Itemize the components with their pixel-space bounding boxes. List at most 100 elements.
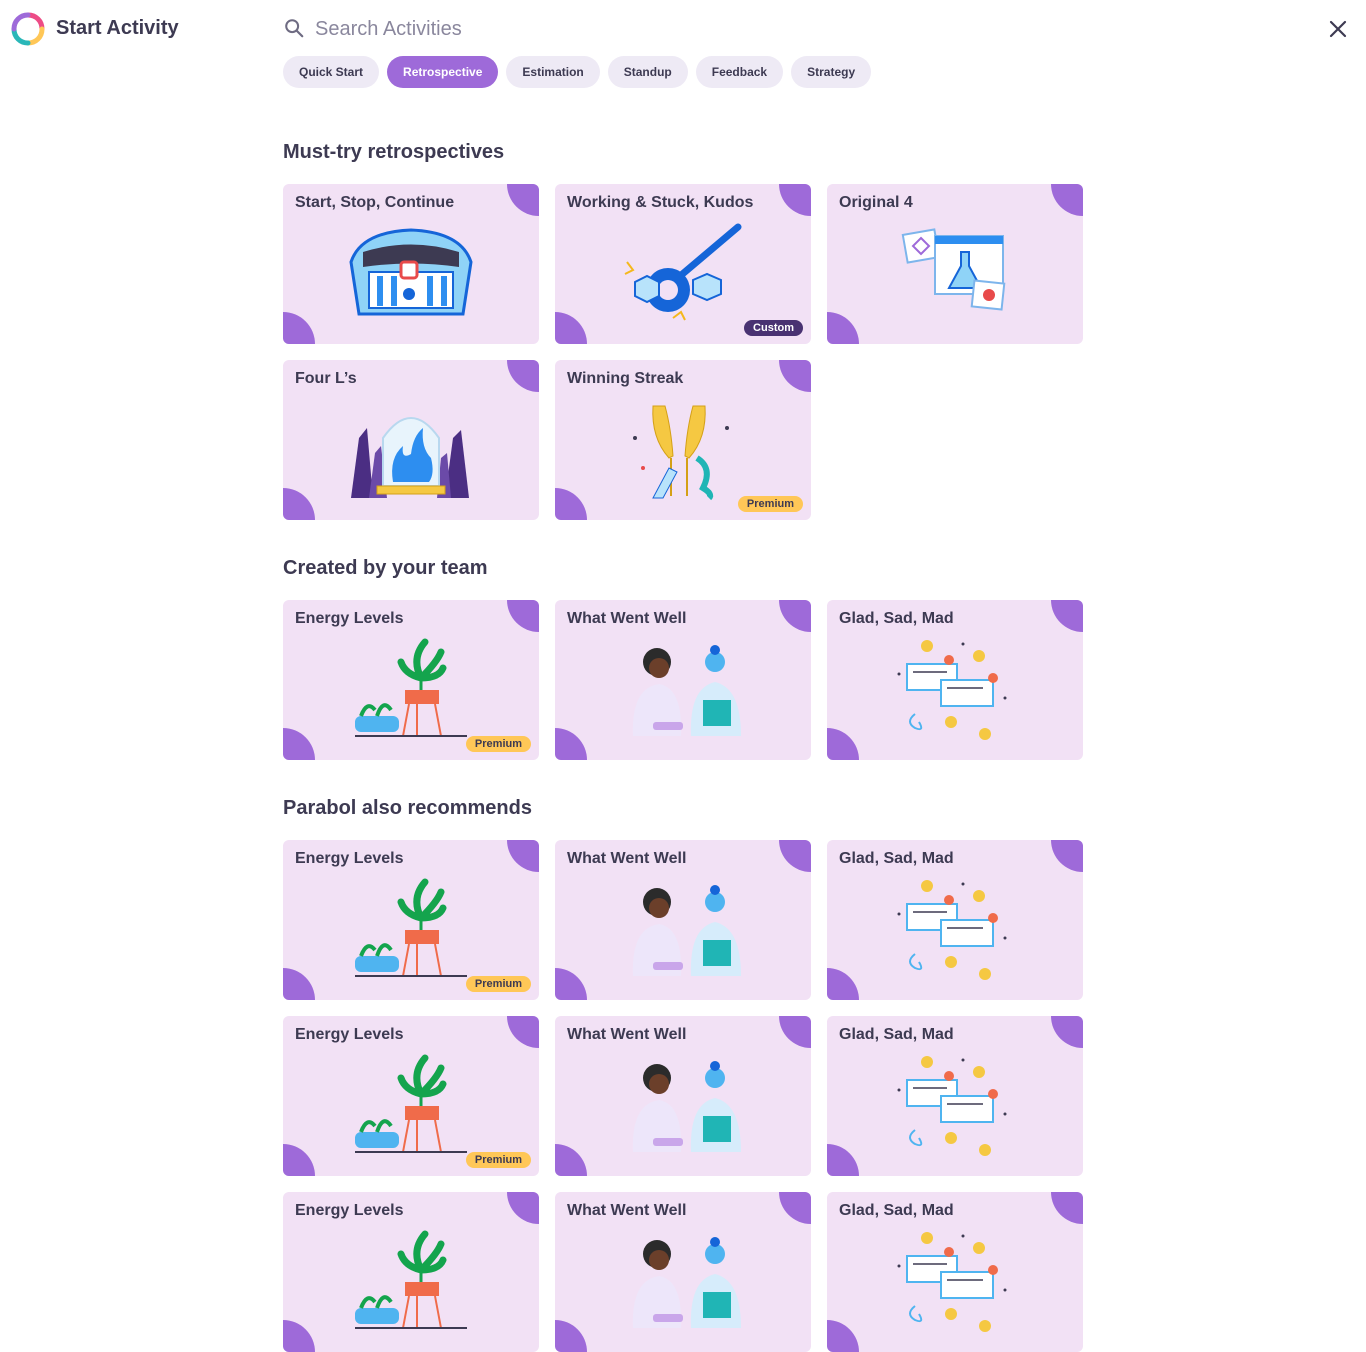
tab-label: Feedback xyxy=(711,65,768,79)
top-bar: Start Activity xyxy=(0,0,1366,56)
emoji-notes-illustration xyxy=(897,1232,1007,1332)
card-title: Four L’s xyxy=(295,370,357,387)
tab-feedback[interactable]: Feedback xyxy=(695,56,784,88)
activity-card-energy-levels[interactable]: Energy Levels Premium xyxy=(283,600,539,760)
decorative-corner xyxy=(827,968,859,1000)
decorative-corner xyxy=(507,1192,539,1224)
premium-badge: Premium xyxy=(465,736,531,752)
decorative-corner xyxy=(779,840,811,872)
premium-badge: Premium xyxy=(465,1152,531,1168)
activity-card-working-stuck-kudos[interactable]: Working & Stuck, Kudos Custom xyxy=(555,184,811,344)
decorative-corner xyxy=(1051,840,1083,872)
card-title: Glad, Sad, Mad xyxy=(839,1202,954,1219)
decorative-corner xyxy=(507,360,539,392)
decorative-corner xyxy=(779,600,811,632)
activity-card-glad-sad-mad[interactable]: Glad, Sad, Mad xyxy=(827,600,1083,760)
wrench-bolts-illustration xyxy=(624,223,742,321)
tab-quick-start[interactable]: Quick Start xyxy=(283,56,380,88)
activity-card-glad-sad-mad[interactable]: Glad, Sad, Mad xyxy=(827,1016,1083,1176)
activity-card-energy-levels[interactable]: Energy Levels Premium xyxy=(283,1016,539,1176)
control-panel-illustration xyxy=(349,228,473,316)
category-tabs: Quick Start Retrospective Estimation Sta… xyxy=(283,56,872,88)
emoji-notes-illustration xyxy=(897,640,1007,740)
decorative-corner xyxy=(827,1144,859,1176)
tab-label: Retrospective xyxy=(403,65,483,79)
card-title: Winning Streak xyxy=(567,370,684,387)
decorative-corner xyxy=(1051,1192,1083,1224)
decorative-corner xyxy=(507,184,539,216)
activity-card-four-l-s[interactable]: Four L’s xyxy=(283,360,539,520)
decorative-corner xyxy=(827,312,859,344)
custom-badge: Custom xyxy=(744,320,803,336)
activity-grid-must-try: Start, Stop, Continue Working & Stuck, Ku… xyxy=(283,184,1083,520)
search-icon xyxy=(285,19,304,38)
decorative-corner xyxy=(283,1144,315,1176)
card-title: Energy Levels xyxy=(295,1202,404,1219)
lab-flask-illustration xyxy=(901,228,1006,311)
crystal-flame-illustration xyxy=(351,417,469,498)
card-title: Energy Levels xyxy=(295,1026,404,1043)
card-title: Glad, Sad, Mad xyxy=(839,850,954,867)
plant-illustration xyxy=(355,638,467,737)
activity-card-glad-sad-mad[interactable]: Glad, Sad, Mad xyxy=(827,1192,1083,1352)
card-title: What Went Well xyxy=(567,610,687,627)
two-people-illustration xyxy=(632,1061,741,1152)
section-title-team: Created by your team xyxy=(283,557,488,579)
tab-label: Quick Start xyxy=(299,65,364,79)
plant-illustration xyxy=(355,1054,467,1153)
tab-estimation[interactable]: Estimation xyxy=(506,56,600,88)
decorative-corner xyxy=(1051,1016,1083,1048)
activity-grid-recommended: Energy Levels Premium What Went Well Glad, … xyxy=(283,840,1083,1352)
tab-label: Estimation xyxy=(522,65,584,79)
decorative-corner xyxy=(827,728,859,760)
activity-card-winning-streak[interactable]: Winning Streak Premium xyxy=(555,360,811,520)
plant-illustration xyxy=(355,1230,467,1329)
premium-badge: Premium xyxy=(465,976,531,992)
tab-strategy[interactable]: Strategy xyxy=(791,56,872,88)
activity-card-what-went-well[interactable]: What Went Well xyxy=(555,840,811,1000)
search-input[interactable] xyxy=(315,14,915,44)
two-people-illustration xyxy=(632,645,741,736)
tab-label: Standup xyxy=(623,65,672,79)
plant-illustration xyxy=(355,878,467,977)
decorative-corner xyxy=(779,1016,811,1048)
activity-card-start-stop-continue[interactable]: Start, Stop, Continue xyxy=(283,184,539,344)
decorative-corner xyxy=(779,184,811,216)
decorative-corner xyxy=(507,1016,539,1048)
card-title: Energy Levels xyxy=(295,850,404,867)
two-people-illustration xyxy=(632,1237,741,1328)
card-title: Glad, Sad, Mad xyxy=(839,1026,954,1043)
tab-retrospective[interactable]: Retrospective xyxy=(387,56,499,88)
decorative-corner xyxy=(283,728,315,760)
decorative-corner xyxy=(283,968,315,1000)
activity-card-energy-levels[interactable]: Energy Levels xyxy=(283,1192,539,1352)
emoji-notes-illustration xyxy=(897,880,1007,980)
tab-standup[interactable]: Standup xyxy=(607,56,688,88)
decorative-corner xyxy=(779,360,811,392)
champagne-toast-illustration xyxy=(633,405,729,501)
decorative-corner xyxy=(1051,184,1083,216)
close-icon[interactable] xyxy=(1326,17,1350,41)
card-title: Original 4 xyxy=(839,194,913,211)
card-title: Glad, Sad, Mad xyxy=(839,610,954,627)
tab-label: Strategy xyxy=(807,65,856,79)
page-title: Start Activity xyxy=(56,17,179,39)
card-title: What Went Well xyxy=(567,1202,687,1219)
decorative-corner xyxy=(283,1320,315,1352)
card-title: What Went Well xyxy=(567,850,687,867)
activity-card-what-went-well[interactable]: What Went Well xyxy=(555,1016,811,1176)
activity-card-original-4[interactable]: Original 4 xyxy=(827,184,1083,344)
decorative-corner xyxy=(555,1144,587,1176)
activity-card-energy-levels[interactable]: Energy Levels Premium xyxy=(283,840,539,1000)
card-title: Working & Stuck, Kudos xyxy=(567,194,754,211)
decorative-corner xyxy=(555,1320,587,1352)
decorative-corner xyxy=(827,1320,859,1352)
decorative-corner xyxy=(555,728,587,760)
activity-card-what-went-well[interactable]: What Went Well xyxy=(555,600,811,760)
section-title-recommended: Parabol also recommends xyxy=(283,797,532,819)
activity-card-glad-sad-mad[interactable]: Glad, Sad, Mad xyxy=(827,840,1083,1000)
two-people-illustration xyxy=(632,885,741,976)
card-title: Start, Stop, Continue xyxy=(295,194,455,211)
decorative-corner xyxy=(779,1192,811,1224)
activity-card-what-went-well[interactable]: What Went Well xyxy=(555,1192,811,1352)
